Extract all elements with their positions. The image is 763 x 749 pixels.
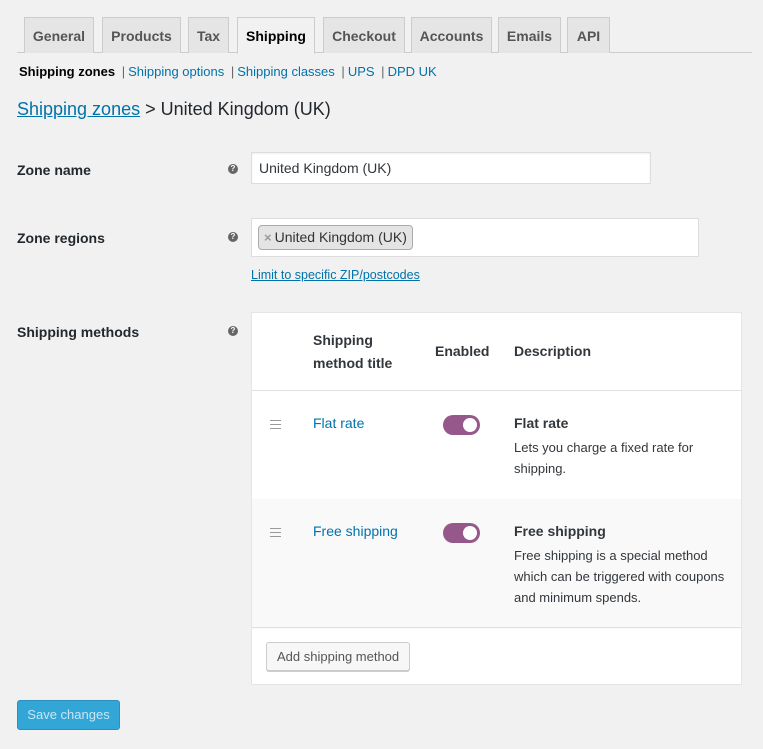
tab-shipping[interactable]: Shipping	[237, 17, 315, 54]
shipping-methods-table: Shipping method title Enabled Descriptio…	[251, 312, 742, 685]
subnav-current: Shipping zones	[19, 64, 116, 79]
subnav-separator: |	[230, 64, 235, 79]
tab-products[interactable]: Products	[102, 17, 181, 53]
tab-api[interactable]: API	[567, 17, 610, 53]
method-description-text: Lets you charge a fixed rate for shippin…	[514, 440, 694, 476]
table-row: Free shipping Free shipping Free shippin…	[252, 499, 741, 629]
tab-general[interactable]: General	[24, 17, 94, 53]
region-chip-label: United Kingdom (UK)	[274, 229, 407, 245]
shipping-subnav: Shipping zones | Shipping options | Shippi…	[19, 64, 437, 79]
subnav-dpd-uk[interactable]: DPD UK	[388, 64, 437, 79]
method-description-title: Flat rate	[514, 415, 569, 431]
shipping-methods-help-icon[interactable]: ?	[228, 326, 238, 336]
limit-postcodes-link[interactable]: Limit to specific ZIP/postcodes	[251, 268, 420, 282]
zone-regions-label: Zone regions	[17, 230, 105, 246]
region-chip: × United Kingdom (UK)	[258, 225, 413, 250]
drag-handle-icon[interactable]	[270, 420, 281, 429]
tab-tax[interactable]: Tax	[188, 17, 229, 53]
page-title: Shipping zones > United Kingdom (UK)	[17, 99, 331, 120]
method-title-link[interactable]: Free shipping	[313, 523, 398, 539]
add-shipping-method-button[interactable]: Add shipping method	[266, 642, 411, 671]
subnav-separator: |	[121, 64, 126, 79]
breadcrumb-arrow: >	[145, 99, 156, 119]
method-enabled-toggle[interactable]	[443, 415, 480, 435]
breadcrumb-shipping-zones-link[interactable]: Shipping zones	[17, 99, 140, 119]
subnav-ups[interactable]: UPS	[348, 64, 375, 79]
subnav-shipping-classes[interactable]: Shipping classes	[237, 64, 335, 79]
drag-handle-icon[interactable]	[270, 528, 281, 537]
column-header-enabled: Enabled	[435, 343, 490, 359]
zone-regions-help-icon[interactable]: ?	[228, 232, 238, 242]
shipping-methods-label: Shipping methods	[17, 324, 140, 340]
zone-title: United Kingdom (UK)	[160, 99, 331, 119]
tab-emails[interactable]: Emails	[498, 17, 561, 53]
method-description-title: Free shipping	[514, 523, 606, 539]
table-footer: Add shipping method	[252, 627, 741, 685]
column-header-description: Description	[514, 343, 592, 359]
column-header-title-line2: method title	[313, 355, 393, 371]
zone-name-help-icon[interactable]: ?	[228, 164, 238, 174]
save-changes-button[interactable]: Save changes	[17, 700, 120, 730]
method-title-link[interactable]: Flat rate	[313, 415, 364, 431]
column-header-title: Shipping method title	[313, 329, 392, 375]
remove-chip-icon[interactable]: ×	[264, 230, 272, 245]
subnav-separator: |	[341, 64, 345, 79]
subnav-shipping-options[interactable]: Shipping options	[128, 64, 224, 79]
method-description-text: Free shipping is a special method which …	[514, 548, 725, 605]
subnav-separator: |	[381, 64, 385, 79]
settings-tabs: General Products Tax Shipping Checkout A…	[17, 16, 752, 54]
zone-name-input[interactable]: United Kingdom (UK)	[251, 152, 651, 184]
table-row: Flat rate Flat rate Lets you charge a fi…	[252, 390, 741, 499]
column-header-title-line1: Shipping	[313, 332, 373, 348]
zone-regions-select[interactable]: × United Kingdom (UK)	[251, 218, 699, 257]
tab-accounts[interactable]: Accounts	[411, 17, 492, 53]
tab-checkout[interactable]: Checkout	[323, 17, 405, 53]
zone-name-label: Zone name	[17, 162, 91, 178]
method-enabled-toggle[interactable]	[443, 523, 480, 543]
